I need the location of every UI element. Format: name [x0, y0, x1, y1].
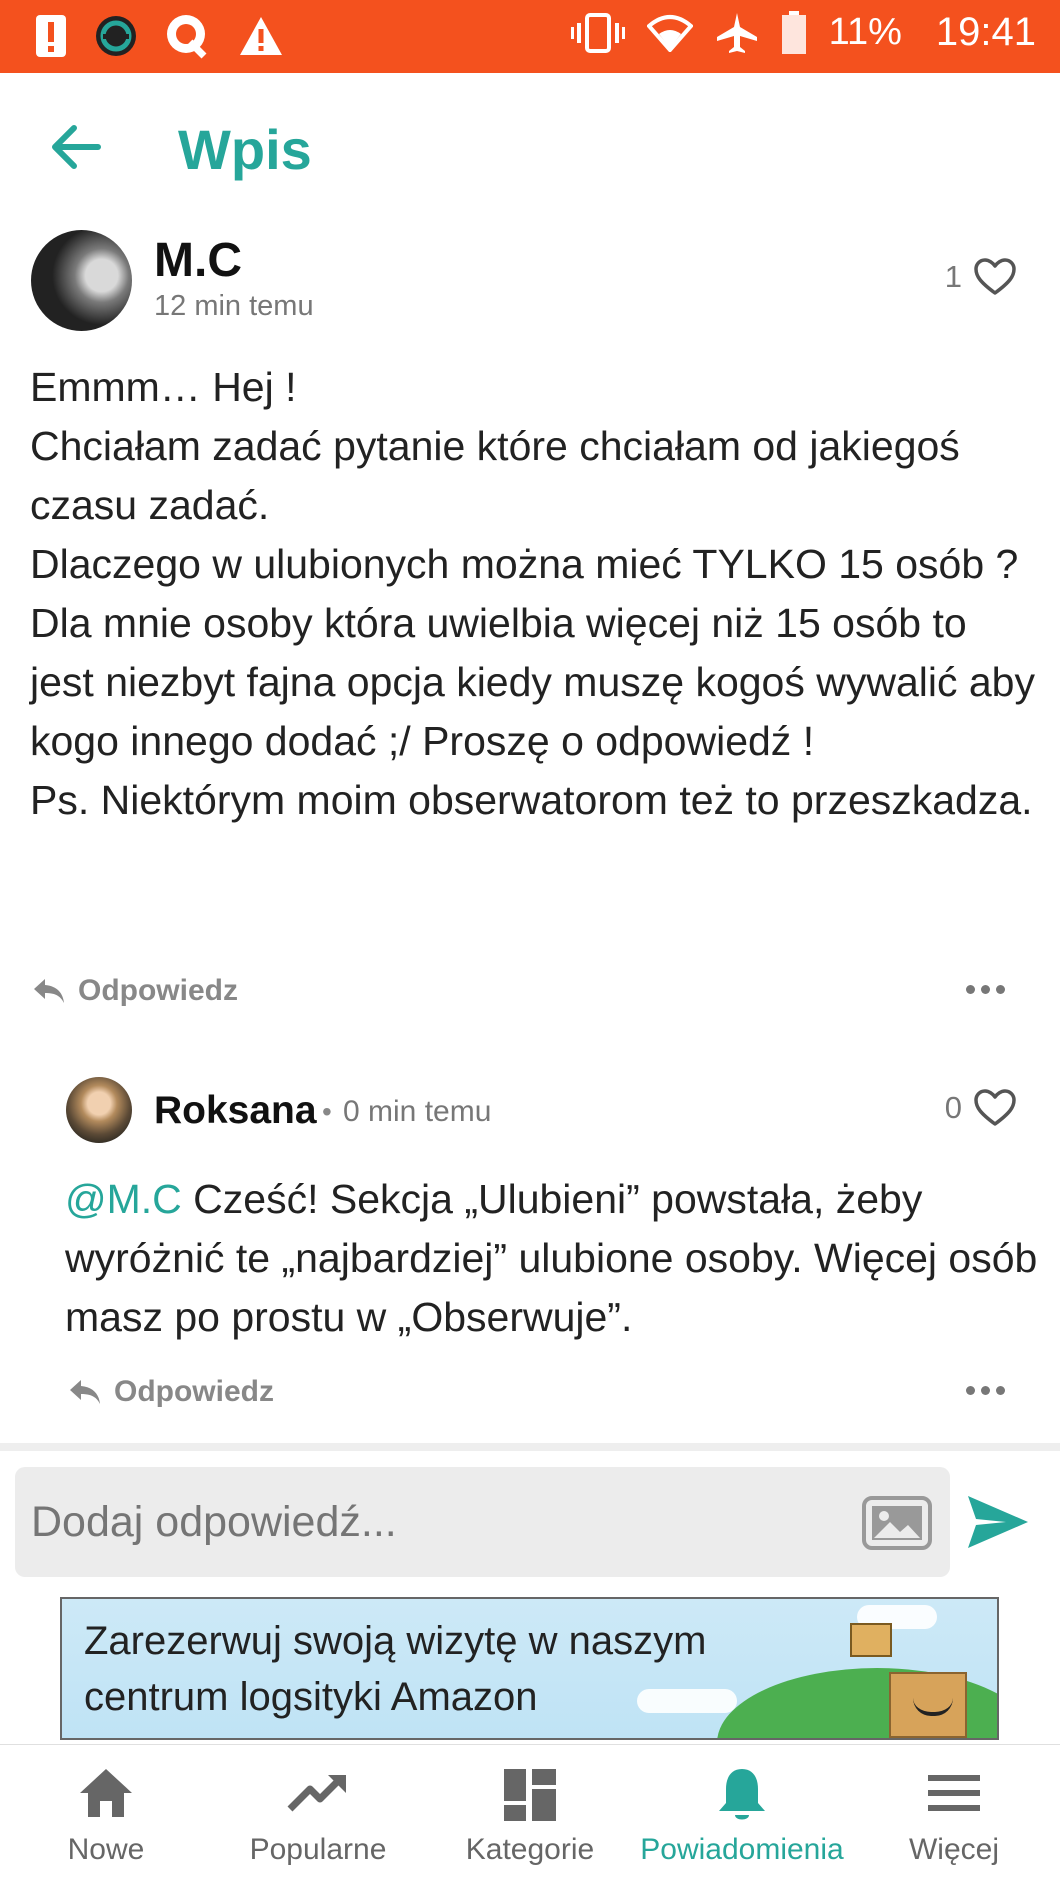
page-title: Wpis — [178, 118, 312, 181]
comment-timestamp: 0 min temu — [343, 1095, 492, 1128]
attach-image-button[interactable] — [862, 1496, 932, 1550]
quora-notification-icon — [167, 15, 207, 59]
reply-label: Odpowiedz — [114, 1375, 274, 1408]
nav-label: Kategorie — [465, 1833, 595, 1866]
arrow-back-icon — [52, 125, 101, 169]
reply-icon — [34, 979, 64, 1003]
post-reply-button[interactable]: Odpowiedz — [32, 974, 238, 1008]
battery-icon — [781, 10, 806, 54]
alert-notification-icon — [36, 15, 66, 57]
ad-line: Zarezerwuj swoją wizytę w naszym — [84, 1619, 707, 1663]
comment-more-options-button[interactable] — [956, 1375, 1016, 1405]
reply-input-container — [15, 1467, 950, 1577]
nav-item-powiadomienia[interactable]: Powiadomienia — [636, 1745, 848, 1885]
nav-item-nowe[interactable]: Nowe — [0, 1745, 212, 1885]
comment-like-control[interactable]: 0 — [945, 1089, 1016, 1127]
menu-icon — [928, 1775, 980, 1811]
airplane-mode-icon — [716, 12, 757, 53]
ad-headline: Zarezerwuj swoją wizytę w naszym centrum… — [84, 1613, 784, 1725]
vibrate-icon — [570, 12, 625, 53]
separator-dot: • — [322, 1096, 332, 1127]
post-like-control[interactable]: 1 — [945, 258, 1016, 296]
heart-icon[interactable] — [974, 1089, 1016, 1127]
comment-body: @M.C Cześć! Sekcja „Ulubieni” powstała, … — [65, 1170, 1045, 1347]
app-bar: Wpis — [0, 73, 1060, 223]
nav-item-popularne[interactable]: Popularne — [212, 1745, 424, 1885]
post-paragraph: Chciałam zadać pytanie które chciałam od… — [30, 423, 960, 528]
battery-percent: 11% — [828, 11, 902, 53]
comment-text: Cześć! Sekcja „Ulubieni” powstała, żeby … — [65, 1176, 1038, 1340]
user-mention[interactable]: @M.C — [65, 1176, 182, 1222]
comment-reply-button[interactable]: Odpowiedz — [68, 1375, 274, 1409]
nav-label: Więcej — [908, 1833, 999, 1866]
comment-like-count: 0 — [944, 1090, 962, 1125]
ad-banner[interactable]: Zarezerwuj swoją wizytę w naszym centrum… — [60, 1597, 999, 1740]
home-icon — [80, 1769, 132, 1817]
comment-author-name[interactable]: Roksana — [154, 1089, 317, 1133]
bottom-navigation: Nowe Popularne Kategorie Powiadomienia W… — [0, 1744, 1060, 1885]
nav-item-wiecej[interactable]: Więcej — [848, 1745, 1060, 1885]
send-icon — [968, 1496, 1028, 1548]
post-timestamp: 12 min temu — [154, 290, 314, 322]
app-notification-icon — [96, 16, 136, 56]
bell-icon — [719, 1769, 765, 1820]
post-author-avatar[interactable] — [31, 230, 132, 331]
status-bar: 11% 19:41 — [0, 0, 1060, 73]
reply-input[interactable] — [31, 1467, 851, 1577]
heart-icon[interactable] — [974, 258, 1016, 296]
divider — [0, 1443, 1060, 1451]
post-like-count: 1 — [944, 259, 962, 294]
comment-author-avatar[interactable] — [66, 1077, 132, 1143]
send-button[interactable] — [966, 1494, 1030, 1550]
warning-icon — [240, 17, 282, 55]
grid-icon — [504, 1769, 556, 1821]
trending-icon — [287, 1775, 346, 1812]
post-author-name[interactable]: M.C — [154, 233, 242, 288]
reply-label: Odpowiedz — [78, 974, 238, 1007]
envelope-icon — [850, 1623, 892, 1657]
nav-item-kategorie[interactable]: Kategorie — [424, 1745, 636, 1885]
clock: 19:41 — [935, 10, 1036, 54]
image-icon — [862, 1496, 932, 1550]
back-button[interactable] — [46, 117, 116, 177]
ad-line: centrum logsityki Amazon — [84, 1675, 538, 1719]
wifi-icon — [646, 14, 693, 52]
nav-label: Nowe — [67, 1833, 145, 1866]
nav-label: Popularne — [249, 1833, 387, 1866]
post-more-options-button[interactable] — [956, 974, 1016, 1004]
post-paragraph: Dlaczego w ulubionych można mieć TYLKO 1… — [30, 541, 1035, 764]
post-paragraph: Ps. Niektórym moim obserwatorom też to p… — [30, 777, 1033, 823]
reply-icon — [70, 1380, 100, 1404]
post-paragraph: Emmm… Hej ! — [30, 364, 297, 410]
post-body: Emmm… Hej ! Chciałam zadać pytanie które… — [30, 358, 1040, 830]
nav-label: Powiadomienia — [640, 1833, 844, 1866]
